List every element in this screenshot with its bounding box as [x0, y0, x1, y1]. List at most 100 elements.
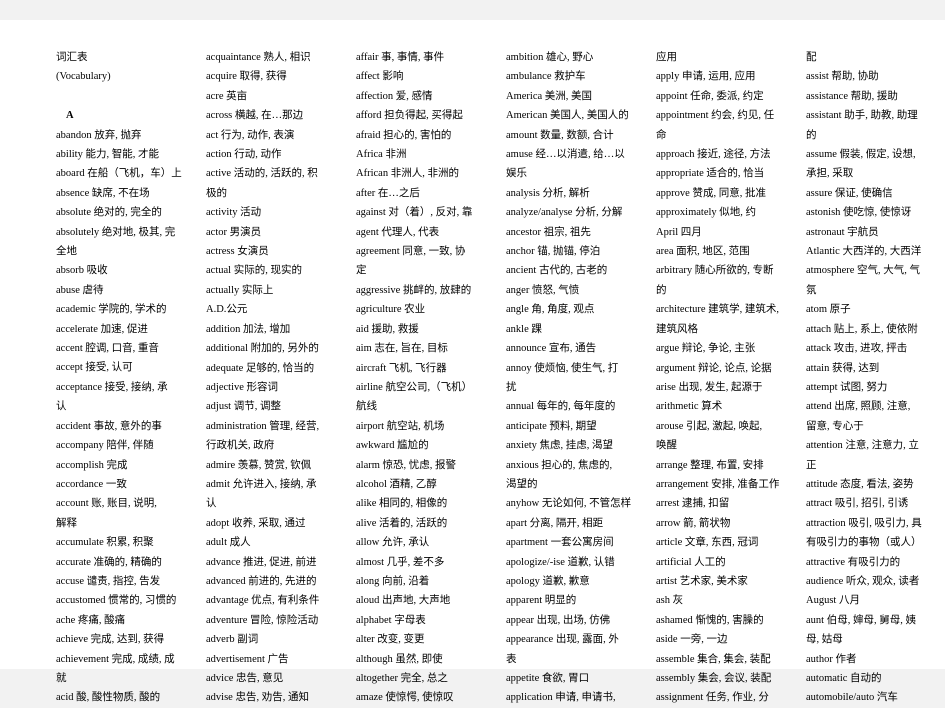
- vocabulary-entry: aim 志在, 旨在, 目标: [356, 343, 448, 355]
- vocabulary-entry: ashamed 惭愧的, 害臊的: [656, 614, 764, 626]
- vocabulary-entry: Africa 非洲: [356, 149, 407, 161]
- vocabulary-entry: assistant 助手, 助教, 助理: [806, 110, 918, 122]
- vocabulary-entry: alphabet 字母表: [356, 614, 426, 626]
- vocabulary-entry: advise 忠告, 劝告, 通知: [206, 692, 309, 704]
- vocabulary-entry: absolute 绝对的, 完全的: [56, 207, 162, 219]
- vocabulary-entry: annual 每年的, 每年度的: [506, 401, 616, 413]
- vocabulary-entry: attend 出席, 照顾, 注意,: [806, 401, 911, 413]
- vocabulary-entry: altogether 完全, 总之: [356, 673, 448, 684]
- vocabulary-entry: ash 灰: [656, 595, 684, 607]
- vocabulary-entry: accent 腔调, 口音, 重音: [56, 343, 159, 355]
- vocabulary-entry: agent 代理人, 代表: [356, 226, 440, 238]
- vocabulary-entry: ankle 踝: [506, 323, 542, 335]
- vocabulary-entry: application 申请, 申请书,: [506, 692, 616, 704]
- vocabulary-entry: apply 申请, 运用, 应用: [656, 71, 756, 83]
- vocabulary-entry: almost 几乎, 差不多: [356, 556, 445, 568]
- document-page: 词汇表 (Vocabulary) A abandon 放弃, 抛弃 abilit…: [0, 20, 945, 703]
- document-title: 词汇表: [56, 52, 88, 63]
- vocabulary-entry: 航线: [356, 401, 377, 413]
- vocabulary-entry: attractive 有吸引力的: [806, 556, 901, 568]
- vocabulary-entry: advice 忠告, 意见: [206, 673, 284, 684]
- vocabulary-entry: actress 女演员: [206, 246, 269, 258]
- vocabulary-column-5: 应用 apply 申请, 运用, 应用 appoint 任命, 委派, 约定 a…: [656, 48, 806, 708]
- vocabulary-entry: aid 援助, 救援: [356, 323, 419, 335]
- vocabulary-entry: airline 航空公司,（飞机）: [356, 381, 473, 393]
- vocabulary-entry: 留意, 专心于: [806, 420, 864, 432]
- vocabulary-entry: appearance 出现, 露面, 外: [506, 634, 619, 646]
- vocabulary-entry: 定: [356, 265, 367, 277]
- vocabulary-entry: attach 贴上, 系上, 使依附: [806, 323, 918, 335]
- vocabulary-entry: accuse 谴责, 指控, 告发: [56, 575, 161, 587]
- vocabulary-entry: anyhow 无论如何, 不管怎样: [506, 498, 632, 510]
- vocabulary-entry: absence 缺席, 不在场: [56, 187, 150, 199]
- vocabulary-entry: August 八月: [806, 595, 860, 607]
- vocabulary-entry: afford 担负得起, 买得起: [356, 110, 463, 122]
- vocabulary-entry: 认: [56, 401, 67, 413]
- vocabulary-entry: American 美国人, 美国人的: [506, 110, 629, 122]
- vocabulary-entry: administration 管理, 经营,: [206, 420, 320, 432]
- vocabulary-entry: attain 获得, 达到: [806, 362, 880, 374]
- vocabulary-entry: across 横越, 在…那边: [206, 110, 304, 122]
- vocabulary-entry: approach 接近, 途径, 方法: [656, 149, 771, 161]
- vocabulary-entry: aunt 伯母, 婶母, 舅母, 姨: [806, 614, 916, 626]
- vocabulary-entry: 表: [506, 653, 517, 665]
- vocabulary-entry: apparent 明显的: [506, 595, 577, 607]
- vocabulary-entry: atmosphere 空气, 大气, 气: [806, 265, 921, 277]
- vocabulary-entry: activity 活动: [206, 207, 262, 219]
- vocabulary-entry: audience 听众, 观众, 读者: [806, 575, 920, 587]
- vocabulary-entry: 解释: [56, 517, 77, 529]
- vocabulary-entry: aloud 出声地, 大声地: [356, 595, 451, 607]
- vocabulary-entry: 全地: [56, 246, 77, 258]
- vocabulary-entry: actually 实际上: [206, 284, 274, 296]
- vocabulary-entry: article 文章, 东西, 冠词: [656, 537, 759, 549]
- vocabulary-entry: airport 航空站, 机场: [356, 420, 445, 432]
- vocabulary-column-2: acquaintance 熟人, 相识 acquire 取得, 获得 acre …: [206, 48, 356, 708]
- vocabulary-entry: arrangement 安排, 准备工作: [656, 478, 780, 490]
- vocabulary-entry: arrange 整理, 布置, 安排: [656, 459, 764, 471]
- vocabulary-entry: arise 出现, 发生, 起源于: [656, 381, 763, 393]
- vocabulary-entry: 娱乐: [506, 168, 527, 180]
- vocabulary-entry: African 非洲人, 非洲的: [356, 168, 459, 180]
- vocabulary-entry: actual 实际的, 现实的: [206, 265, 302, 277]
- vocabulary-entry: agreement 同意, 一致, 协: [356, 246, 466, 258]
- vocabulary-entry: ambulance 救护车: [506, 71, 586, 83]
- vocabulary-entry: addition 加法, 增加: [206, 323, 291, 335]
- vocabulary-entry: apart 分离, 隔开, 相距: [506, 517, 604, 529]
- vocabulary-entry: adjective 形容词: [206, 381, 279, 393]
- vocabulary-entry: acquire 取得, 获得: [206, 71, 287, 83]
- vocabulary-entry: absolutely 绝对地, 极其, 完: [56, 226, 176, 238]
- vocabulary-entry: aside 一旁, 一边: [656, 634, 728, 646]
- vocabulary-entry: anchor 锚, 抛锚, 停泊: [506, 246, 601, 258]
- vocabulary-entry: accept 接受, 认可: [56, 362, 133, 374]
- vocabulary-entry: accident 事故, 意外的事: [56, 420, 162, 432]
- vocabulary-entry: 的: [806, 129, 817, 141]
- vocabulary-entry: approximately 似地, 约: [656, 207, 757, 219]
- vocabulary-entry: accompany 陪伴, 伴随: [56, 440, 154, 452]
- vocabulary-entry: alcohol 酒精, 乙醇: [356, 478, 437, 490]
- vocabulary-entry: actor 男演员: [206, 226, 262, 238]
- vocabulary-entry: advance 推进, 促进, 前进: [206, 556, 317, 568]
- vocabulary-entry: against 对（着）, 反对, 靠: [356, 207, 473, 219]
- vocabulary-entry: argument 辩论, 论点, 论据: [656, 362, 772, 374]
- vocabulary-entry: accumulate 积累, 积聚: [56, 537, 154, 549]
- vocabulary-entry: absorb 吸收: [56, 265, 108, 277]
- vocabulary-entry: allow 允许, 承认: [356, 537, 430, 549]
- vocabulary-entry: appetite 食欲, 胃口: [506, 673, 590, 684]
- vocabulary-entry: 的: [656, 284, 667, 296]
- vocabulary-entry: acquaintance 熟人, 相识: [206, 52, 311, 63]
- vocabulary-entry: attraction 吸引, 吸引力, 具: [806, 517, 922, 529]
- section-letter-a: A: [66, 110, 74, 122]
- vocabulary-entry: 应用: [656, 52, 677, 63]
- vocabulary-entry: 就: [56, 672, 67, 684]
- vocabulary-entry: ancestor 祖宗, 祖先: [506, 226, 591, 238]
- vocabulary-entry: April 四月: [656, 226, 702, 238]
- vocabulary-entry: appoint 任命, 委派, 约定: [656, 90, 764, 102]
- vocabulary-entry: 母, 姑母: [806, 634, 843, 646]
- vocabulary-entry: approve 赞成, 同意, 批准: [656, 187, 766, 199]
- vocabulary-entry: adequate 足够的, 恰当的: [206, 362, 315, 374]
- vocabulary-entry: angle 角, 角度, 观点: [506, 304, 595, 316]
- vocabulary-entry: ancient 古代的, 古老的: [506, 265, 608, 277]
- vocabulary-entry: attitude 态度, 看法, 姿势: [806, 478, 914, 490]
- vocabulary-entry: 氛: [806, 284, 817, 296]
